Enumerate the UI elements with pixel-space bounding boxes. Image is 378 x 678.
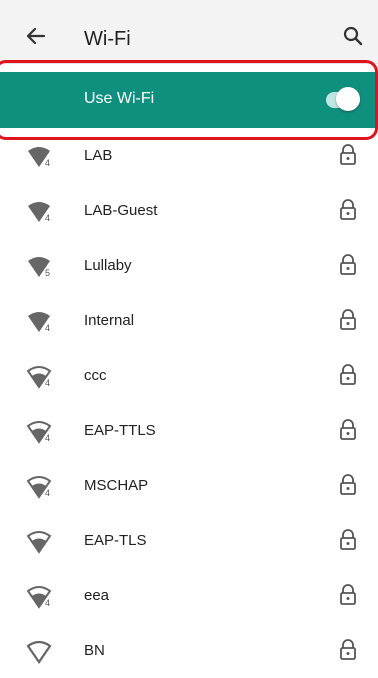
svg-text:4: 4 (45, 378, 50, 388)
svg-text:4: 4 (45, 433, 50, 443)
wifi-network-list: 4 LAB 4 LAB-Guest 5 Lullaby 4 Internal 4 ccc 4 EAP-… (0, 128, 378, 678)
wifi-network-item[interactable]: 4 eea (0, 568, 378, 623)
wifi-network-item[interactable]: 4 LAB (0, 128, 378, 183)
signal-strength: 4 (26, 475, 54, 499)
wifi-signal-icon: 4 (26, 421, 52, 444)
signal-strength: 4 (26, 585, 54, 609)
signal-strength: 4 (26, 420, 54, 444)
secured-indicator (338, 418, 358, 442)
lock-icon (340, 144, 356, 165)
signal-strength: 4 (26, 145, 54, 169)
wifi-toggle-knob[interactable] (336, 87, 360, 111)
network-name: Internal (84, 312, 135, 329)
svg-text:5: 5 (45, 268, 50, 278)
lock-icon (340, 309, 356, 330)
wifi-signal-icon: 4 (26, 586, 52, 609)
network-name: MSCHAP (84, 477, 149, 494)
network-name: Lullaby (84, 257, 132, 274)
wifi-signal-icon: 4 (28, 202, 50, 223)
secured-indicator (338, 363, 358, 387)
secured-indicator (338, 583, 358, 607)
wifi-network-item[interactable]: EAP-TLS (0, 513, 378, 568)
signal-strength (26, 530, 54, 554)
signal-strength: 4 (26, 310, 54, 334)
back-button[interactable] (22, 22, 50, 50)
signal-strength (26, 640, 54, 664)
lock-icon (340, 639, 356, 660)
svg-text:4: 4 (45, 213, 50, 223)
wifi-network-item[interactable]: 4 LAB-Guest (0, 183, 378, 238)
wifi-network-item[interactable]: BN (0, 623, 378, 678)
secured-indicator (338, 253, 358, 277)
wifi-network-item[interactable]: 4 ccc (0, 348, 378, 403)
lock-icon (340, 529, 356, 550)
wifi-signal-icon: 4 (26, 366, 52, 389)
secured-indicator (338, 198, 358, 222)
network-name: eea (84, 587, 110, 604)
svg-text:4: 4 (45, 488, 50, 498)
network-name: LAB-Guest (84, 202, 158, 219)
wifi-signal-icon: 5 (28, 257, 50, 278)
wifi-signal-icon (26, 531, 52, 554)
wifi-network-item[interactable]: 4 EAP-TTLS (0, 403, 378, 458)
lock-icon (340, 254, 356, 275)
wifi-network-item[interactable]: 4 Internal (0, 293, 378, 348)
wifi-network-item[interactable]: 4 MSCHAP (0, 458, 378, 513)
use-wifi-row[interactable]: Use Wi-Fi (0, 72, 378, 128)
lock-icon (340, 474, 356, 495)
signal-strength: 5 (26, 255, 54, 279)
svg-text:4: 4 (45, 158, 50, 168)
secured-indicator (338, 308, 358, 332)
svg-text:4: 4 (45, 598, 50, 608)
network-name: LAB (84, 147, 113, 164)
wifi-signal-icon: 4 (28, 312, 50, 333)
signal-strength: 4 (26, 200, 54, 224)
search-icon (343, 26, 363, 46)
network-name: EAP-TTLS (84, 422, 156, 439)
network-name: EAP-TLS (84, 532, 147, 549)
wifi-signal-icon: 4 (28, 147, 50, 168)
secured-indicator (338, 143, 358, 167)
signal-strength: 4 (26, 365, 54, 389)
lock-icon (340, 364, 356, 385)
lock-icon (340, 584, 356, 605)
network-name: BN (84, 642, 105, 659)
secured-indicator (338, 638, 358, 662)
use-wifi-label: Use Wi-Fi (84, 90, 155, 107)
lock-icon (340, 199, 356, 220)
secured-indicator (338, 528, 358, 552)
secured-indicator (338, 473, 358, 497)
lock-icon (340, 419, 356, 440)
page-title: Wi-Fi (84, 28, 131, 50)
arrow-left-icon (26, 27, 46, 45)
network-name: ccc (84, 367, 107, 384)
wifi-signal-icon (26, 640, 52, 664)
svg-text:4: 4 (45, 323, 50, 333)
search-button[interactable] (341, 24, 365, 48)
wifi-signal-icon: 4 (26, 476, 52, 499)
wifi-network-item[interactable]: 5 Lullaby (0, 238, 378, 293)
app-bar: Wi-Fi (0, 0, 378, 64)
